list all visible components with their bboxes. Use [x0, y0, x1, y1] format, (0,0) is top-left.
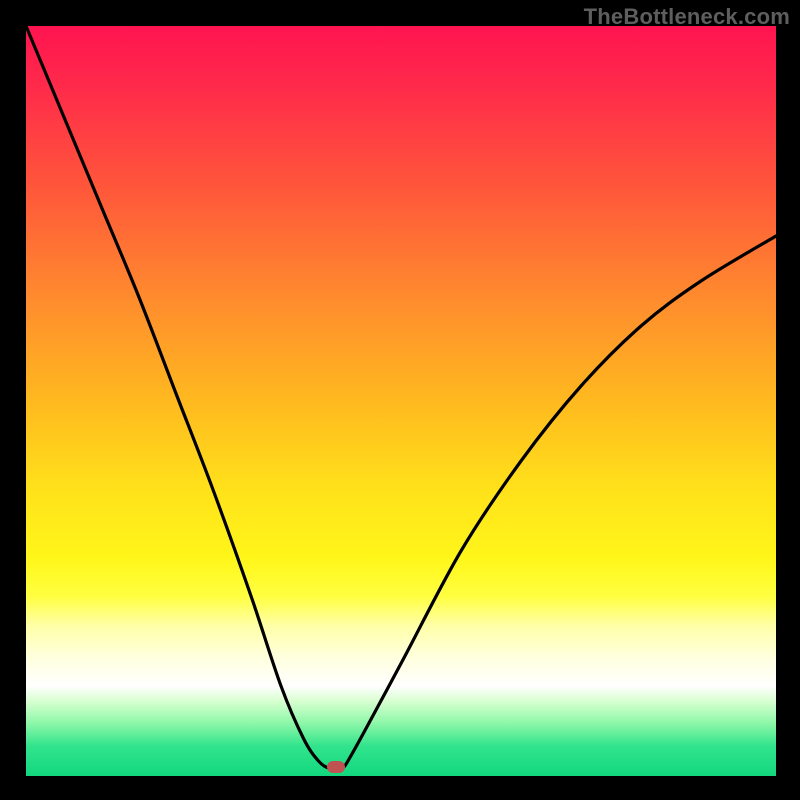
optimal-point-marker [327, 761, 345, 773]
bottleneck-curve [26, 26, 776, 776]
watermark-text: TheBottleneck.com [584, 4, 790, 30]
plot-area [26, 26, 776, 776]
